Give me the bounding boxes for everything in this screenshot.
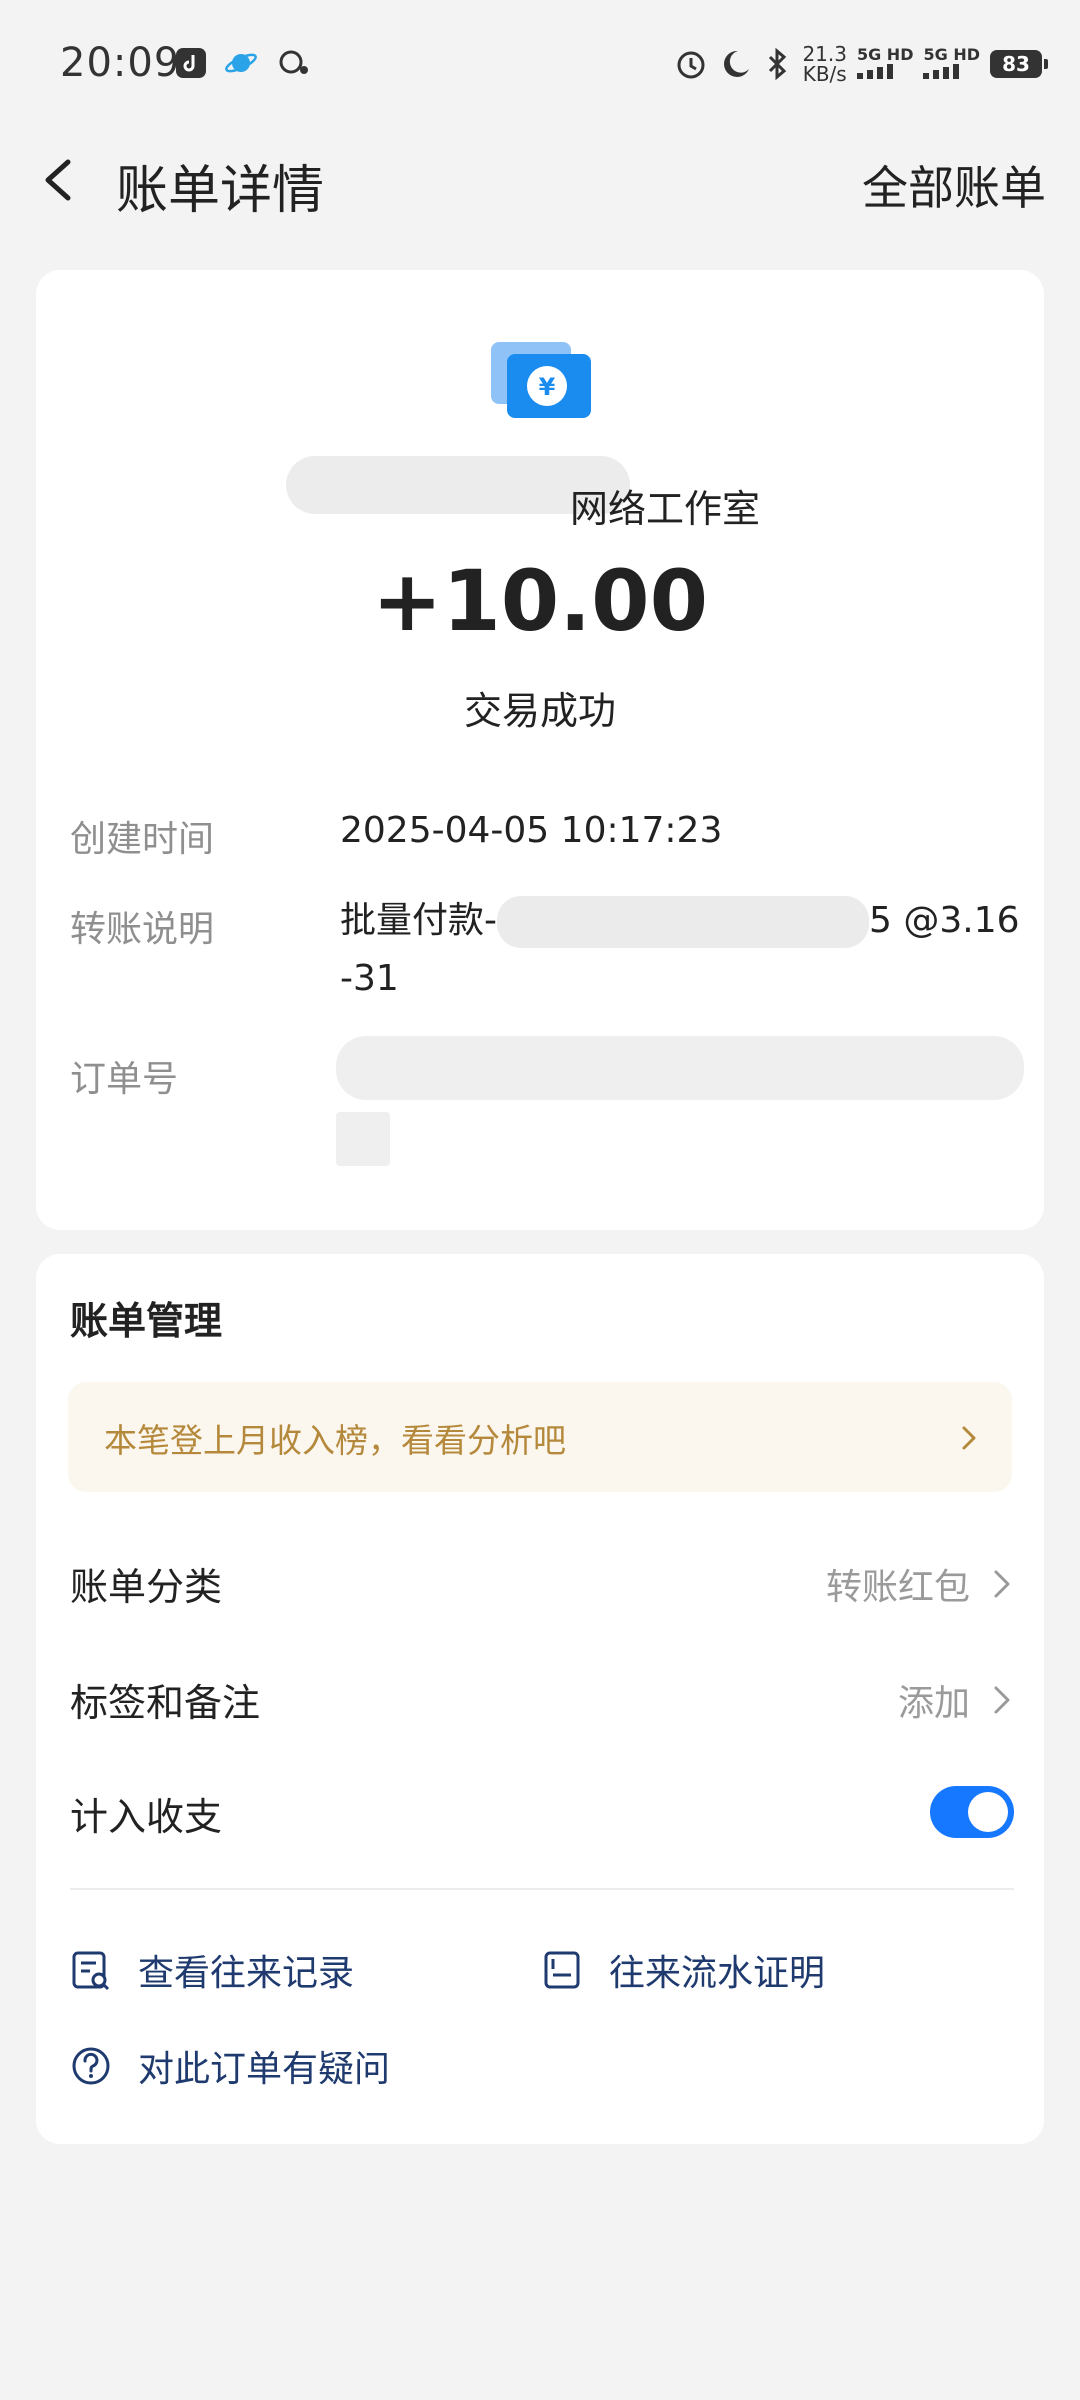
transfer-note-prefix: 批量付款-	[340, 900, 497, 941]
svg-text:¥: ¥	[539, 373, 556, 401]
sim1-signal: 5G HD	[856, 46, 913, 82]
tags-notes-label: 标签和备注	[70, 1681, 261, 1725]
order-number-label: 订单号	[70, 1059, 179, 1100]
system-icons: 21.3 KB/s 5G HD 5G HD 83	[674, 42, 1048, 86]
sim2-signal: 5G HD	[923, 46, 980, 82]
include-in-balance-row: 计入收支	[70, 1776, 1014, 1846]
redacted-note	[497, 896, 869, 948]
include-in-balance-toggle[interactable]	[930, 1786, 1014, 1838]
bill-detail-card: ¥ 网络工作室 +10.00 交易成功 创建时间 2025-04-05 10:1…	[36, 270, 1044, 1230]
back-button[interactable]	[30, 150, 90, 210]
promo-text: 本笔登上月收入榜，看看分析吧	[104, 1421, 566, 1460]
bill-management-card: 账单管理 本笔登上月收入榜，看看分析吧 账单分类 转账红包 标签和备注 添加 计…	[36, 1254, 1044, 2144]
bill-category-label: 账单分类	[70, 1565, 223, 1609]
view-records-link[interactable]: 查看往来记录	[70, 1944, 354, 1996]
transfer-note-value: 批量付款- 5 @3.16 -31	[340, 892, 1030, 1008]
transaction-amount: +10.00	[371, 552, 709, 650]
transfer-note-suffix: 5 @3.16	[869, 900, 1020, 941]
status-bar: 20:09 21.3 KB/s 5G HD 5G HD 83	[0, 0, 1080, 130]
section-title: 账单管理	[70, 1299, 223, 1343]
bluetooth-icon	[769, 47, 787, 81]
signal-icon	[923, 63, 960, 79]
do-not-disturb-icon	[724, 50, 750, 77]
chat-icon	[279, 50, 308, 74]
transfer-note-line2: -31	[340, 958, 399, 999]
chevron-right-icon	[994, 1570, 1010, 1598]
transaction-status: 交易成功	[463, 689, 616, 733]
planet-icon	[225, 53, 257, 73]
question-circle-icon	[72, 2047, 110, 2085]
battery-icon: 83	[990, 50, 1048, 78]
toggle-knob	[968, 1792, 1008, 1832]
redacted-order-number-line2	[336, 1112, 390, 1166]
bill-category-value: 转账红包	[825, 1567, 970, 1608]
status-time: 20:09	[60, 40, 181, 86]
network-speed: 21.3 KB/s	[802, 42, 847, 86]
transaction-proof-label: 往来流水证明	[609, 1953, 826, 1994]
chevron-left-icon	[45, 159, 71, 201]
include-in-balance-label: 计入收支	[70, 1795, 223, 1839]
redacted-order-number	[336, 1036, 1024, 1100]
transfer-note-label: 转账说明	[70, 909, 215, 950]
income-rank-banner[interactable]: 本笔登上月收入榜，看看分析吧	[68, 1382, 1012, 1492]
tags-notes-value: 添加	[897, 1683, 970, 1724]
document-icon	[544, 1951, 580, 1989]
transaction-proof-link[interactable]: 往来流水证明	[541, 1944, 825, 1996]
created-time-label: 创建时间	[70, 819, 215, 860]
signal-icon	[856, 63, 893, 79]
receipt-search-icon	[72, 1951, 110, 1991]
order-question-link[interactable]: 对此订单有疑问	[70, 2040, 390, 2092]
tiktok-icon	[176, 48, 206, 78]
chevron-right-icon	[962, 1426, 976, 1450]
tags-notes-row[interactable]: 标签和备注 添加	[70, 1662, 1014, 1732]
merchant-name: 网络工作室	[569, 487, 760, 531]
view-records-label: 查看往来记录	[138, 1953, 355, 1994]
yuan-transfer-icon: ¥	[491, 340, 591, 420]
order-question-label: 对此订单有疑问	[138, 2049, 391, 2090]
navigation-header: 账单详情 全部账单	[0, 130, 1080, 230]
created-time-value: 2025-04-05 10:17:23	[340, 810, 723, 851]
alarm-icon	[677, 51, 705, 79]
bill-category-row[interactable]: 账单分类 转账红包	[70, 1546, 1014, 1616]
chevron-right-icon	[994, 1686, 1010, 1714]
page-title: 账单详情	[116, 161, 325, 221]
all-bills-link[interactable]: 全部账单	[862, 152, 1046, 218]
divider	[70, 1888, 1014, 1890]
notification-icons	[176, 48, 310, 78]
